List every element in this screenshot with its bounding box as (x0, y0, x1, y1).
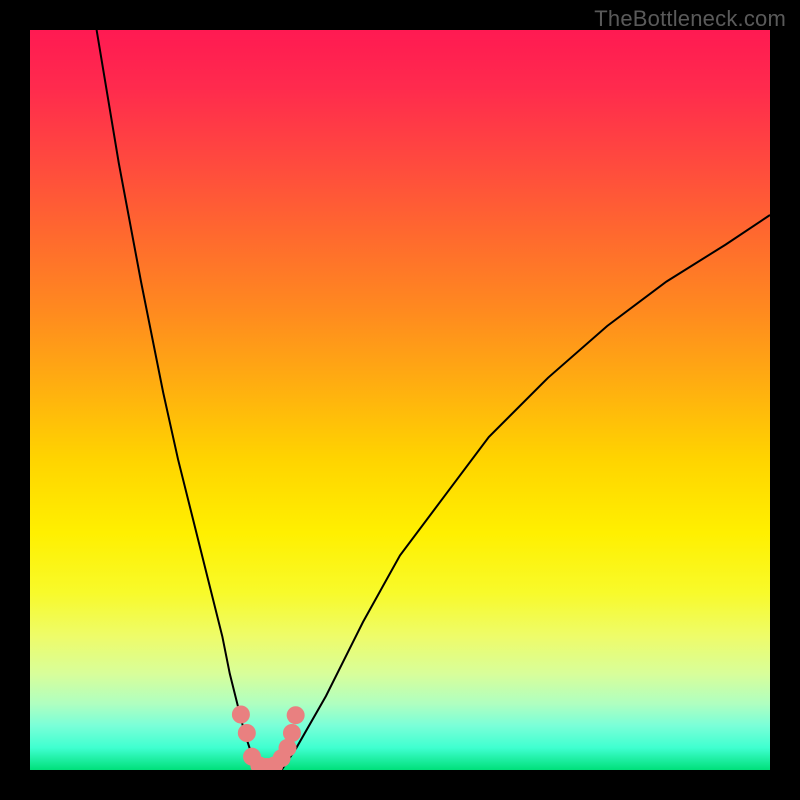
marker-dot (287, 706, 305, 724)
series-group (97, 30, 770, 770)
marker-dot (283, 724, 301, 742)
curve-right-curve (282, 215, 770, 770)
plot-area (30, 30, 770, 770)
chart-frame: TheBottleneck.com (0, 0, 800, 800)
marker-group (232, 706, 305, 771)
chart-svg (30, 30, 770, 770)
marker-dot (238, 724, 256, 742)
watermark-text: TheBottleneck.com (594, 6, 786, 32)
curve-left-curve (97, 30, 260, 770)
marker-dot (232, 706, 250, 724)
